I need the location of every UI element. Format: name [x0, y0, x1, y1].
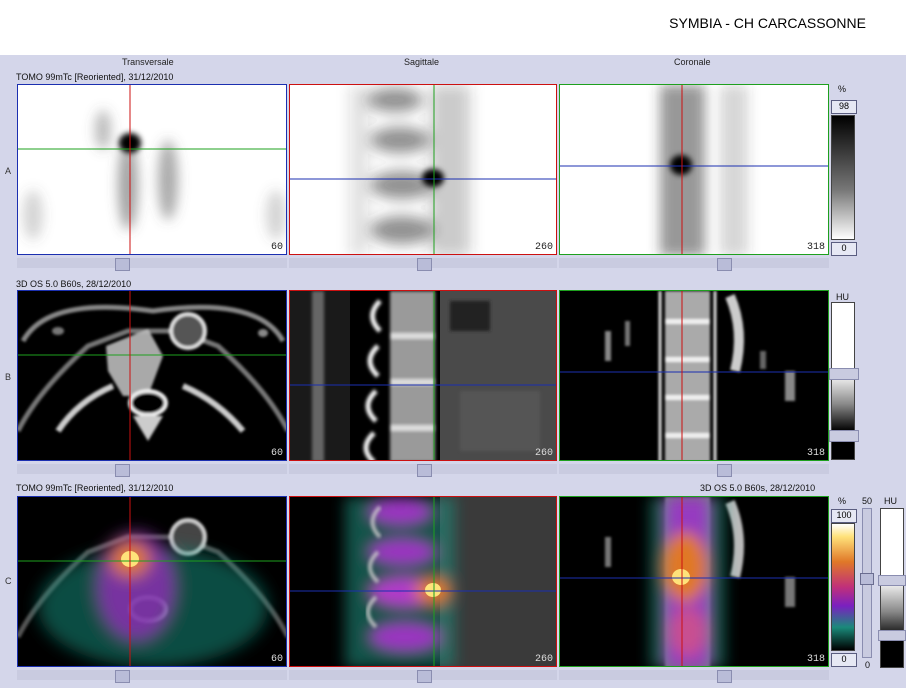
viewport-c-sagittal[interactable]: 260	[289, 496, 557, 667]
viewport-a-sagittal[interactable]: 260	[289, 84, 557, 255]
app-header: SYMBIA - CH CARCASSONNE	[0, 0, 906, 55]
scale-c-ct-colorbar[interactable]	[880, 508, 904, 668]
slice-number: 318	[806, 242, 825, 253]
viewport-b-sagittal[interactable]: 260	[289, 290, 557, 461]
slider-thumb[interactable]	[717, 464, 732, 477]
scale-a-colorbar[interactable]	[831, 115, 855, 240]
viewport-c-coronal[interactable]: 318	[559, 496, 829, 667]
slice-slider-c-coronal[interactable]	[559, 670, 829, 683]
row-label-a: A	[5, 166, 12, 176]
institution-title: SYMBIA - CH CARCASSONNE	[669, 15, 866, 31]
scale-c-min[interactable]: 0	[831, 653, 857, 667]
column-header-transverse: Transversale	[122, 57, 174, 67]
slider-thumb[interactable]	[115, 670, 130, 683]
row-c-series-info-left: TOMO 99mTc [Reoriented], 31/12/2010	[16, 483, 174, 493]
slider-thumb[interactable]	[717, 670, 732, 683]
viewport-b-coronal[interactable]: 318	[559, 290, 829, 461]
slider-thumb[interactable]	[115, 258, 130, 271]
slice-number: 318	[806, 448, 825, 459]
slice-slider-a-coronal[interactable]	[559, 258, 829, 271]
scale-c-colorbar[interactable]	[831, 523, 855, 651]
column-header-sagittal: Sagittale	[404, 57, 440, 67]
slider-thumb[interactable]	[417, 670, 432, 683]
row-b-series-info: 3D OS 5.0 B60s, 28/12/2010	[16, 279, 132, 289]
slice-number: 318	[806, 654, 825, 665]
scale-a-max[interactable]: 98	[831, 100, 857, 114]
scale-c-unit-hu: HU	[884, 496, 897, 506]
scale-c-ct-upper-handle[interactable]	[878, 575, 906, 586]
slice-number: 60	[270, 242, 283, 253]
slice-slider-a-sagittal[interactable]	[289, 258, 557, 271]
scale-a-min[interactable]: 0	[831, 242, 857, 256]
row-a-series-info: TOMO 99mTc [Reoriented], 31/12/2010	[16, 72, 174, 82]
slice-number: 60	[270, 448, 283, 459]
scale-c-ct-lower-handle[interactable]	[878, 630, 906, 641]
slice-slider-c-transverse[interactable]	[17, 670, 287, 683]
viewport-a-transverse[interactable]: 60	[17, 84, 287, 255]
slider-thumb[interactable]	[717, 258, 732, 271]
slice-slider-b-transverse[interactable]	[17, 464, 287, 477]
slice-slider-a-transverse[interactable]	[17, 258, 287, 271]
slice-number: 260	[534, 448, 553, 459]
scale-b-unit: HU	[836, 292, 849, 302]
slice-slider-b-coronal[interactable]	[559, 464, 829, 477]
slider-thumb[interactable]	[860, 573, 874, 585]
slider-thumb[interactable]	[417, 464, 432, 477]
scale-c-unit-percent: %	[838, 496, 847, 506]
scale-b-lower-handle[interactable]	[829, 430, 859, 442]
column-header-coronal: Coronale	[674, 57, 711, 67]
row-c-series-info-right: 3D OS 5.0 B60s, 28/12/2010	[700, 483, 816, 493]
viewport-b-transverse[interactable]: 60	[17, 290, 287, 461]
row-label-b: B	[5, 372, 12, 382]
fusion-slider-min: 0	[865, 660, 871, 670]
slider-thumb[interactable]	[115, 464, 130, 477]
row-label-c: C	[5, 576, 12, 586]
viewport-a-coronal[interactable]: 318	[559, 84, 829, 255]
slice-number: 260	[534, 654, 553, 665]
viewport-c-transverse[interactable]: 60	[17, 496, 287, 667]
scale-a-unit: %	[838, 84, 847, 94]
slider-thumb[interactable]	[417, 258, 432, 271]
scale-b-upper-handle[interactable]	[829, 368, 859, 380]
fusion-blend-slider[interactable]	[860, 508, 874, 658]
fusion-slider-value: 50	[862, 496, 873, 506]
scale-c-max[interactable]: 100	[831, 509, 857, 523]
slice-number: 60	[270, 654, 283, 665]
slice-slider-b-sagittal[interactable]	[289, 464, 557, 477]
slice-number: 260	[534, 242, 553, 253]
slice-slider-c-sagittal[interactable]	[289, 670, 557, 683]
